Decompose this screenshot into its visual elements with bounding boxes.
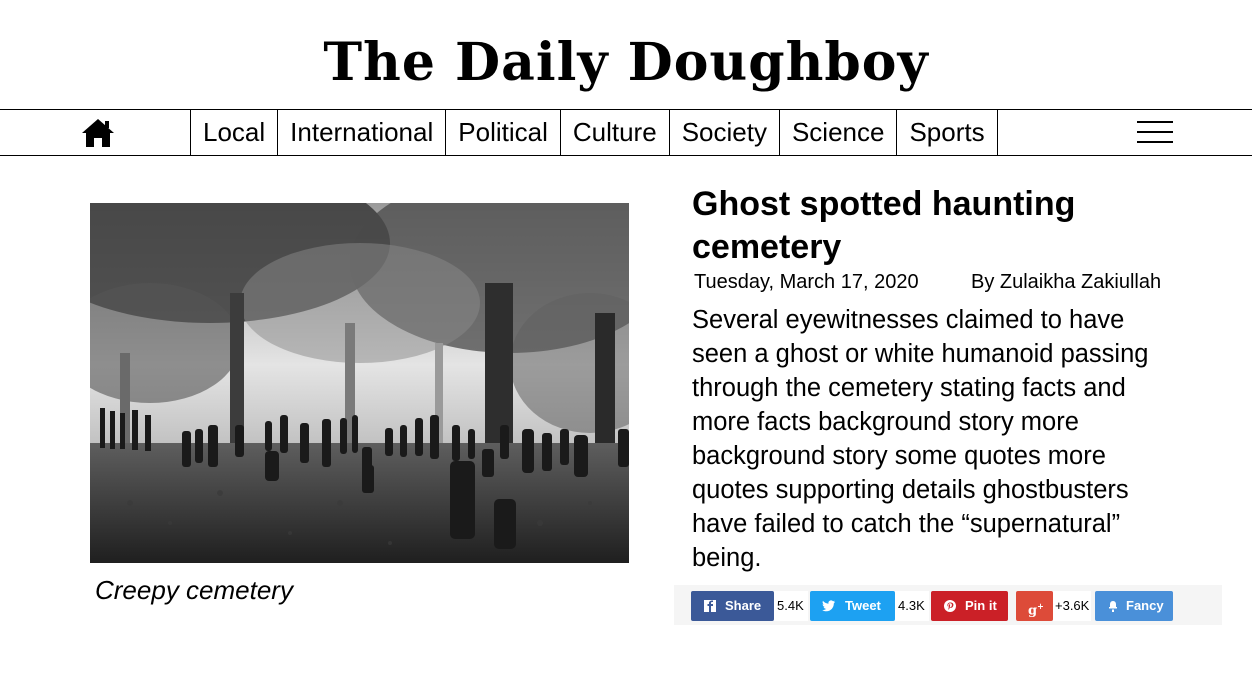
article-body: Several eyewitnesses claimed to have see… [692, 306, 1149, 572]
google-plus-icon: g+ [1028, 601, 1044, 619]
twitter-share-label: Tweet [845, 598, 881, 613]
google-plus-share-count: +3.6K [1053, 591, 1091, 621]
twitter-icon [822, 591, 836, 621]
google-plus-share-button[interactable]: g+ [1016, 591, 1053, 621]
foggy-cemetery-photo [90, 203, 629, 563]
nav-item-society[interactable]: Society [668, 109, 779, 156]
nav-item-culture[interactable]: Culture [559, 109, 669, 156]
nav-links: Local International Political Culture So… [190, 109, 998, 156]
facebook-share-button[interactable]: Share [691, 591, 774, 621]
site-title: The Daily Doughboy [323, 32, 929, 93]
article-date: Tuesday, March 17, 2020 [694, 271, 919, 293]
article-headline: Ghost spotted haunting cemetery [692, 185, 1076, 266]
fancy-share-button[interactable]: Fancy [1095, 591, 1173, 621]
facebook-share-label: Share [725, 598, 762, 613]
nav-item-political[interactable]: Political [445, 109, 560, 156]
nav-bar: Local International Political Culture So… [0, 109, 1252, 156]
pinterest-icon [943, 591, 957, 621]
article-photo [90, 203, 629, 563]
share-bar: Share 5.4K Tweet 4.3K Pin it g+ +3.6K Fa… [674, 585, 1222, 625]
article-byline: By Zulaikha Zakiullah [971, 271, 1162, 293]
fancy-icon [1108, 591, 1118, 621]
fancy-share-label: Fancy [1126, 598, 1164, 613]
photo-caption: Creepy cemetery [95, 575, 293, 605]
nav-item-international[interactable]: International [277, 109, 445, 156]
nav-item-local[interactable]: Local [190, 109, 277, 156]
nav-item-science[interactable]: Science [778, 109, 897, 156]
twitter-share-button[interactable]: Tweet [810, 591, 895, 621]
facebook-share-count: 5.4K [774, 591, 808, 621]
pinterest-share-label: Pin it [965, 598, 997, 613]
nav-item-sports[interactable]: Sports [896, 109, 998, 156]
twitter-share-count: 4.3K [895, 591, 929, 621]
facebook-icon [704, 591, 716, 621]
home-icon[interactable] [80, 118, 116, 148]
hamburger-menu-icon[interactable] [1137, 121, 1175, 145]
pinterest-share-button[interactable]: Pin it [931, 591, 1008, 621]
